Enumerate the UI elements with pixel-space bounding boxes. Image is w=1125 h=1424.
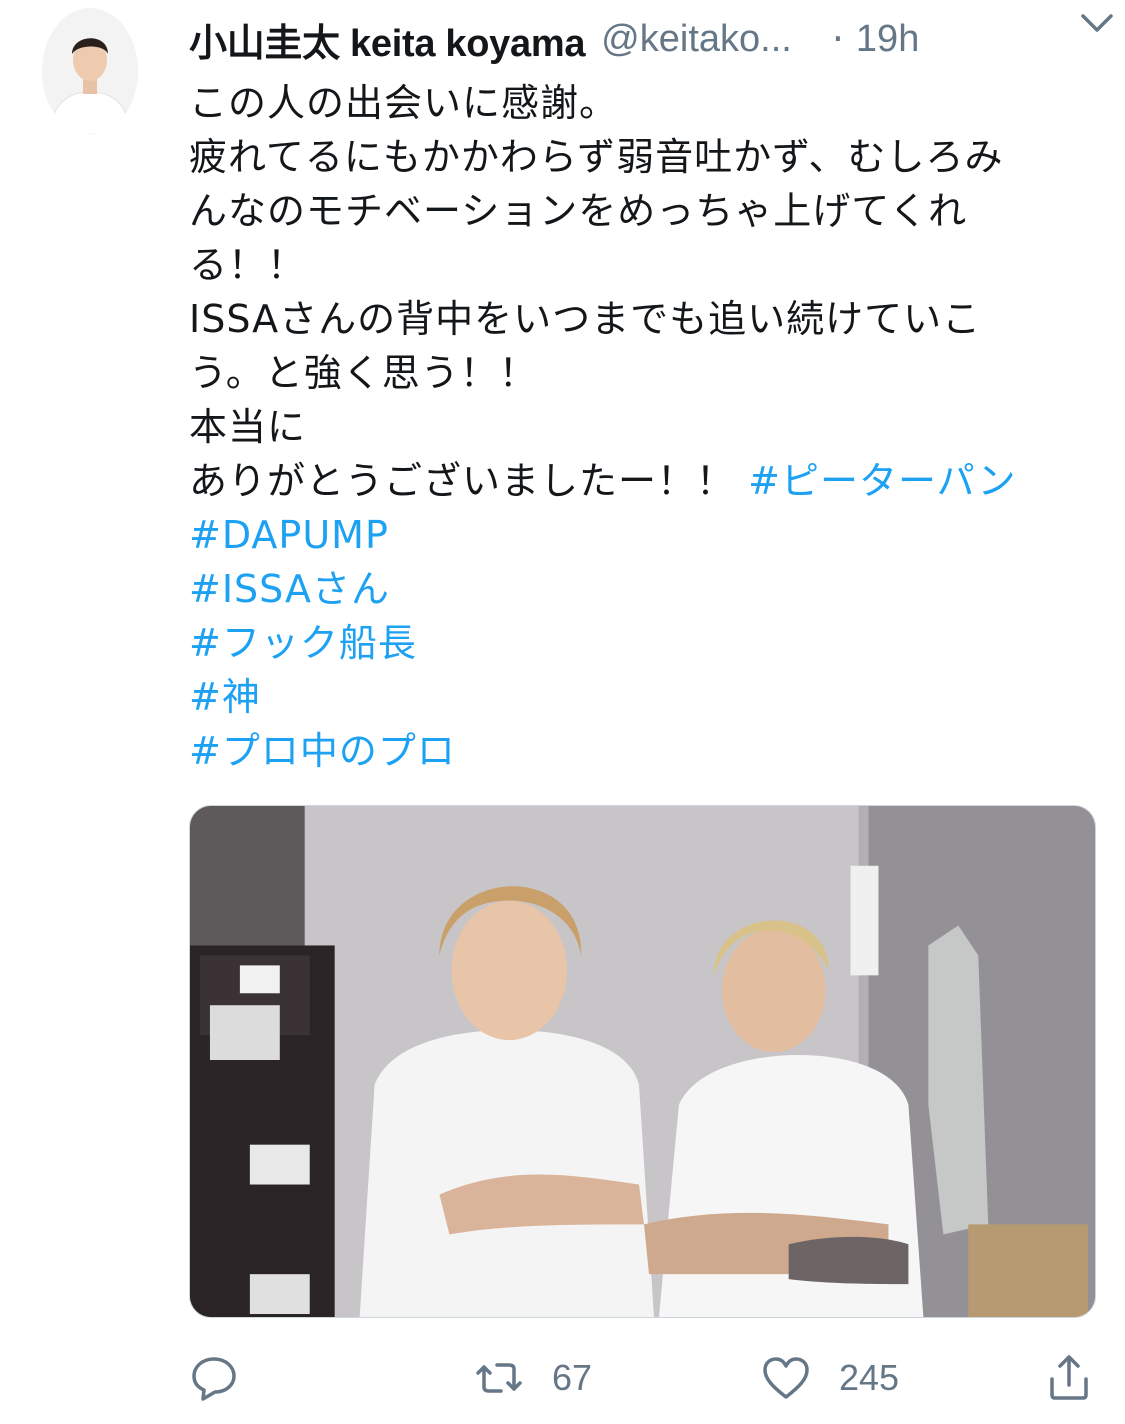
tweet-photo[interactable] bbox=[189, 805, 1096, 1318]
separator-dot: · bbox=[831, 17, 844, 61]
share-icon bbox=[1050, 1355, 1088, 1400]
display-name[interactable]: 小山圭太 keita koyama bbox=[189, 12, 585, 67]
heart-icon bbox=[763, 1357, 809, 1399]
text-line: る！！ bbox=[189, 243, 307, 287]
like-count: 245 bbox=[839, 1357, 900, 1398]
chevron-down-icon[interactable] bbox=[1077, 8, 1117, 38]
text-line-with-hashtag: ありがとうございましたー！！ #ピーターパン bbox=[189, 454, 1079, 508]
reply-button[interactable] bbox=[189, 1350, 267, 1406]
hashtag-link[interactable]: #ピーターパン bbox=[748, 459, 1016, 503]
profile-photo bbox=[42, 8, 138, 134]
retweet-icon bbox=[476, 1363, 522, 1393]
text-line: この人の出会いに感謝。 bbox=[189, 81, 619, 125]
avatar[interactable] bbox=[42, 8, 138, 134]
text-line: 本当に bbox=[189, 405, 307, 449]
photo-image bbox=[190, 806, 1095, 1317]
reply-icon bbox=[192, 1357, 236, 1401]
hashtag-link[interactable]: #DAPUMP bbox=[189, 508, 1079, 562]
timestamp[interactable]: 19h bbox=[856, 18, 919, 61]
hashtag-link[interactable]: #フック船長 bbox=[189, 616, 1079, 670]
hashtag-link[interactable]: #プロ中のプロ bbox=[189, 724, 1079, 778]
tweet-actions: 67 245 bbox=[189, 1350, 1109, 1406]
share-button[interactable] bbox=[1044, 1350, 1122, 1406]
retweet-button[interactable]: 67 bbox=[474, 1350, 592, 1406]
text-line: う。と強く思う！！ bbox=[189, 351, 538, 395]
hashtag-link[interactable]: #神 bbox=[189, 670, 1079, 724]
tweet-text: この人の出会いに感謝。 疲れてるにもかかわらず弱音吐かず、むしろみ んなのモチベ… bbox=[189, 76, 1079, 778]
user-handle[interactable]: @keitako... bbox=[601, 18, 792, 61]
like-button[interactable]: 245 bbox=[761, 1350, 899, 1406]
text-line: ISSAさんの背中をいつまでも追い続けていこ bbox=[189, 297, 982, 341]
text-line: 疲れてるにもかかわらず弱音吐かず、むしろみ bbox=[189, 135, 1004, 179]
retweet-count: 67 bbox=[552, 1357, 593, 1398]
tweet-header: 小山圭太 keita koyama @keitako... · 19h bbox=[189, 12, 1095, 67]
text-line: ありがとうございましたー！！ bbox=[189, 459, 736, 503]
text-line: んなのモチベーションをめっちゃ上げてくれ bbox=[189, 189, 968, 233]
hashtag-link[interactable]: #ISSAさん bbox=[189, 562, 1079, 616]
